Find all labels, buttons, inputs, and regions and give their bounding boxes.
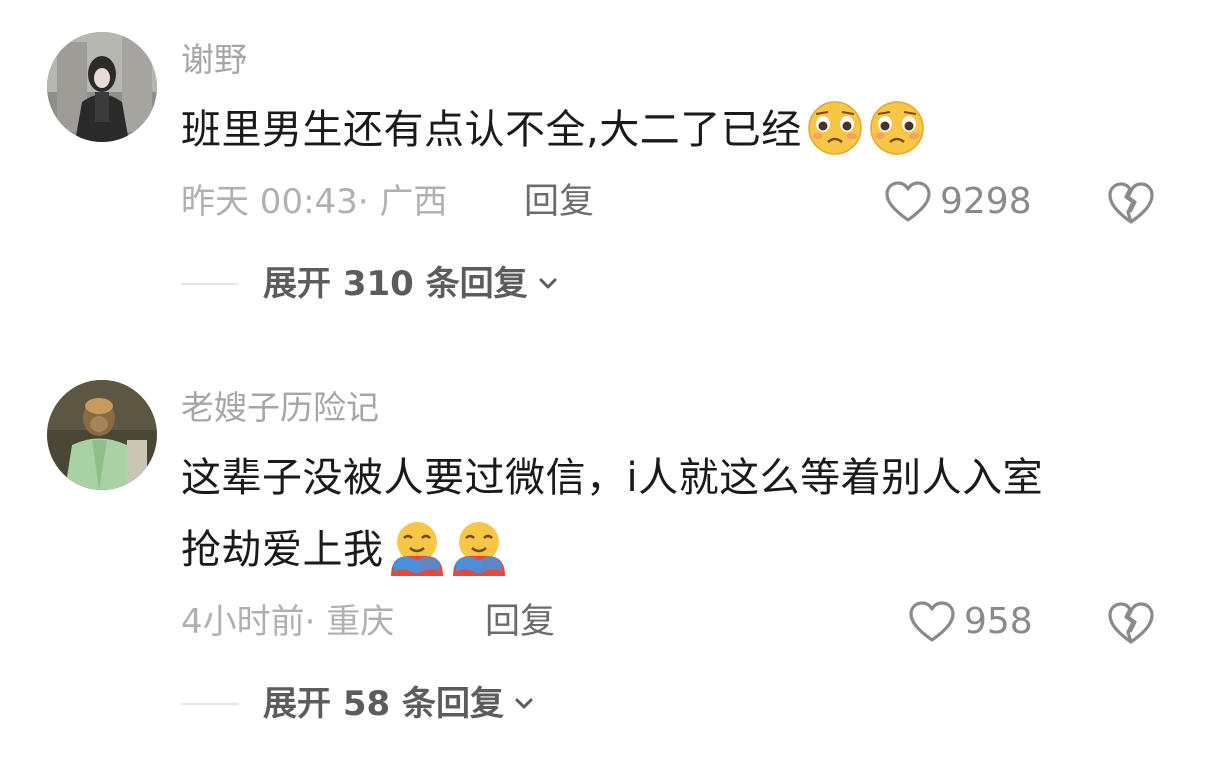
reply-button[interactable]: 回复 <box>524 180 594 224</box>
heart-icon <box>909 601 955 642</box>
like-button[interactable]: 9298 <box>884 180 1032 224</box>
expand-replies-label: 展开 58 条回复 <box>263 684 504 724</box>
like-button[interactable]: 958 <box>908 600 1033 644</box>
comment-text: 班里男生还有点认不全,大二了已经 <box>181 100 926 160</box>
hugging-face-icon <box>450 520 508 576</box>
avatar[interactable] <box>47 32 157 142</box>
timestamp: 4小时前 <box>181 602 305 642</box>
expand-replies-label: 展开 310 条回复 <box>263 264 528 304</box>
comment-text: 这辈子没被人要过微信，i人就这么等着别人入室 <box>181 448 1043 508</box>
expand-replies-button[interactable]: 展开 58 条回复 <box>263 682 536 726</box>
location: · 广西 <box>357 182 448 222</box>
comment-text-line: 这辈子没被人要过微信，i人就这么等着别人入室 <box>181 455 1044 501</box>
dislike-button[interactable] <box>1107 600 1155 646</box>
dislike-button[interactable] <box>1107 180 1155 226</box>
comment-text: 抢劫爱上我 <box>181 520 508 580</box>
username[interactable]: 老嫂子历险记 <box>181 388 379 428</box>
chevron-down-icon <box>515 698 533 709</box>
expand-divider <box>181 283 239 285</box>
chevron-down-icon <box>539 278 557 289</box>
like-count: 9298 <box>940 181 1032 222</box>
reply-button[interactable]: 回复 <box>485 600 555 644</box>
username[interactable]: 谢野 <box>181 40 247 80</box>
expand-replies-button[interactable]: 展开 310 条回复 <box>263 262 560 306</box>
comment-text-line: 抢劫爱上我 <box>181 527 384 573</box>
pleading-face-icon <box>806 100 864 156</box>
heart-icon <box>885 181 931 222</box>
comment-meta: 昨天 00:43· 广西 <box>181 180 447 224</box>
like-count: 958 <box>964 601 1033 642</box>
comment-list: 谢野 班里男生还有点认不全,大二了已经 昨天 00:43· 广西 回复 9298… <box>0 0 1206 758</box>
hugging-face-icon <box>388 520 446 576</box>
timestamp: 昨天 00:43 <box>181 182 358 222</box>
pleading-face-icon <box>868 100 926 156</box>
comment-meta: 4小时前· 重庆 <box>181 600 394 644</box>
expand-divider <box>181 703 239 705</box>
location: · 重庆 <box>304 602 395 642</box>
broken-heart-icon <box>1108 182 1154 224</box>
broken-heart-icon <box>1108 602 1154 644</box>
comment-text-line: 班里男生还有点认不全,大二了已经 <box>181 107 802 153</box>
avatar[interactable] <box>47 380 157 490</box>
